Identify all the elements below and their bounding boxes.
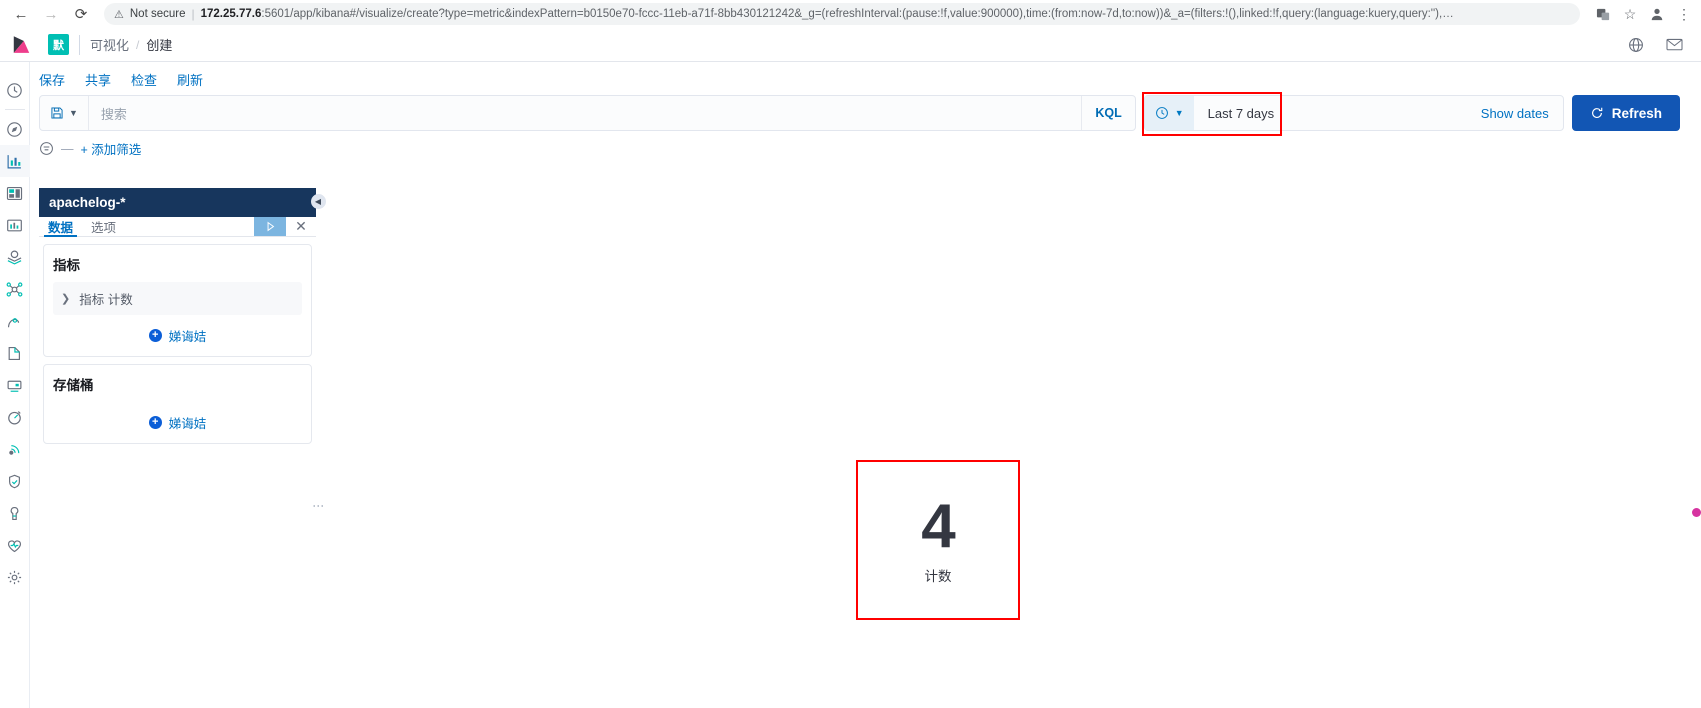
sidebar-item-siem[interactable] — [0, 465, 30, 497]
tabs-spacer — [125, 217, 254, 236]
add-metric-label: 娣诲姞 — [168, 329, 207, 344]
filter-bar: — + 添加筛选 — [30, 131, 1701, 164]
browser-forward-button[interactable]: → — [38, 1, 64, 27]
tab-data[interactable]: 数据 — [39, 217, 82, 237]
header-right-icons — [1628, 37, 1701, 53]
cursor-indicator-dot — [1692, 508, 1701, 517]
address-separator: | — [191, 7, 195, 21]
sidebar-item-maps[interactable] — [0, 241, 30, 273]
inspect-link[interactable]: 检查 — [131, 70, 157, 89]
add-metric-button[interactable]: + 娣诲姞 — [53, 315, 302, 348]
metric-aggregation-row[interactable]: ❯ 指标 计数 — [53, 282, 302, 315]
editor-tabs: 数据 选项 ✕ — [39, 217, 316, 237]
panel-resize-handle[interactable]: ⋮ — [312, 500, 326, 512]
query-bar: ▼ 搜索 KQL ▼ Last 7 days Show dates Refres… — [30, 92, 1701, 136]
visualize-editor-page: 保存 共享 检查 刷新 ▼ 搜索 KQL ▼ Last 7 days Show … — [30, 62, 1701, 708]
breadcrumb-separator: / — [136, 37, 140, 52]
saved-query-button[interactable]: ▼ — [40, 96, 89, 130]
tab-options[interactable]: 选项 — [82, 217, 125, 236]
chevron-down-icon: ▼ — [1174, 108, 1184, 118]
browser-toolbar: ← → ⟳ ⚠ Not secure | 172.25.77.6:5601/ap… — [0, 0, 1701, 28]
sidebar-item-recently-viewed[interactable] — [0, 74, 30, 106]
date-picker-group: ▼ Last 7 days Show dates — [1141, 92, 1564, 136]
add-bucket-button[interactable]: + 娣诲姞 — [53, 402, 302, 435]
sidebar-item-visualize[interactable] — [0, 145, 30, 177]
quick-select-time-button[interactable]: ▼ — [1144, 96, 1194, 130]
kibana-header: 默 可视化 / 创建 — [0, 28, 1701, 62]
sidebar-item-logs[interactable] — [0, 369, 30, 401]
security-status-label: Not secure — [129, 8, 186, 20]
sidebar-item-discover[interactable] — [0, 113, 30, 145]
browser-action-icons: ☆ ⋮ — [1590, 5, 1693, 23]
address-url-path: :5601/app/kibana#/visualize/create?type=… — [261, 8, 1454, 20]
bookmark-star-icon[interactable]: ☆ — [1621, 5, 1639, 23]
browser-menu-icon[interactable]: ⋮ — [1675, 5, 1693, 23]
editor-collapse-handle: ◀ ⋮ — [307, 188, 329, 708]
metric-label: 计数 — [924, 568, 952, 584]
sidebar-item-uptime[interactable] — [0, 433, 30, 465]
sidebar-item-dashboard[interactable] — [0, 177, 30, 209]
plus-icon: + — [148, 416, 162, 429]
metric-visualization[interactable]: 4 计数 — [856, 460, 1020, 620]
query-input-group: ▼ 搜索 KQL — [39, 95, 1136, 131]
kibana-logo-icon[interactable] — [6, 35, 36, 54]
buckets-card: 存储桶 + 娣诲姞 — [43, 364, 312, 444]
header-divider — [79, 34, 80, 55]
buckets-card-title: 存储桶 — [53, 378, 94, 393]
sidebar-item-apm[interactable] — [0, 401, 30, 433]
address-url-text: 172.25.77.6:5601/app/kibana#/visualize/c… — [201, 8, 1570, 20]
browser-back-button[interactable]: ← — [8, 1, 34, 27]
extension-icon[interactable] — [1594, 5, 1612, 23]
breadcrumb-item-visualize[interactable]: 可视化 — [90, 35, 129, 54]
not-secure-warning-icon: ⚠ — [114, 8, 124, 21]
save-link[interactable]: 保存 — [39, 70, 65, 89]
browser-reload-button[interactable]: ⟳ — [68, 1, 94, 27]
breadcrumb: 可视化 / 创建 — [90, 35, 172, 54]
rail-divider — [4, 109, 25, 110]
sidebar-item-infrastructure[interactable] — [0, 337, 30, 369]
chevron-right-icon: ❯ — [61, 293, 71, 305]
help-globe-icon[interactable] — [1628, 37, 1644, 53]
add-bucket-label: 娣诲姞 — [168, 416, 207, 431]
filter-separator: — — [61, 141, 74, 156]
refresh-link[interactable]: 刷新 — [177, 70, 203, 89]
profile-avatar-icon[interactable] — [1648, 5, 1666, 23]
space-avatar[interactable]: 默 — [48, 34, 69, 55]
metric-aggregation-label: 指标 计数 — [79, 293, 133, 307]
top-action-links: 保存 共享 检查 刷新 — [30, 62, 1701, 95]
index-pattern-title: apachelog-* — [39, 188, 316, 217]
add-filter-button[interactable]: + 添加筛选 — [81, 139, 142, 158]
filter-funnel-icon[interactable] — [39, 141, 54, 156]
metrics-card: 指标 ❯ 指标 计数 + 娣诲姞 — [43, 244, 312, 357]
breadcrumb-item-create[interactable]: 创建 — [146, 35, 172, 54]
browser-address-bar[interactable]: ⚠ Not secure | 172.25.77.6:5601/app/kiba… — [104, 3, 1580, 25]
show-dates-button[interactable]: Show dates — [1467, 96, 1563, 130]
refresh-button[interactable]: Refresh — [1571, 95, 1680, 131]
editor-column: apachelog-* 数据 选项 ✕ 指标 ❯ 指标 计数 + 娣诲姞 存储桶… — [30, 188, 316, 708]
sidebar-item-machine-learning[interactable] — [0, 305, 30, 337]
visualization-canvas: 4 计数 — [329, 188, 1701, 708]
sidebar-item-dev-tools[interactable] — [0, 497, 30, 529]
share-link[interactable]: 共享 — [85, 70, 111, 89]
search-input[interactable]: 搜索 — [89, 96, 1081, 130]
sidebar-item-monitoring[interactable] — [0, 529, 30, 561]
sidebar-item-graph[interactable] — [0, 273, 30, 305]
workspace: apachelog-* 数据 选项 ✕ 指标 ❯ 指标 计数 + 娣诲姞 存储桶… — [30, 188, 1701, 708]
chevron-down-icon: ▼ — [69, 108, 78, 118]
sidebar-item-canvas[interactable] — [0, 209, 30, 241]
query-language-button[interactable]: KQL — [1081, 96, 1134, 130]
refresh-button-label: Refresh — [1611, 105, 1662, 121]
metric-value: 4 — [921, 491, 955, 561]
metrics-card-title: 指标 — [53, 258, 80, 273]
collapse-panel-button[interactable]: ◀ — [310, 194, 326, 209]
visualization-editor-panel: apachelog-* 数据 选项 ✕ 指标 ❯ 指标 计数 + 娣诲姞 存储桶… — [39, 188, 316, 444]
apply-changes-button[interactable] — [254, 217, 286, 236]
date-range-value[interactable]: Last 7 days — [1194, 96, 1289, 130]
primary-navigation-rail — [0, 62, 30, 708]
plus-icon: + — [148, 329, 162, 342]
newsfeed-mail-icon[interactable] — [1666, 37, 1683, 52]
address-url-host: 172.25.77.6 — [200, 8, 262, 20]
sidebar-item-management[interactable] — [0, 561, 30, 593]
